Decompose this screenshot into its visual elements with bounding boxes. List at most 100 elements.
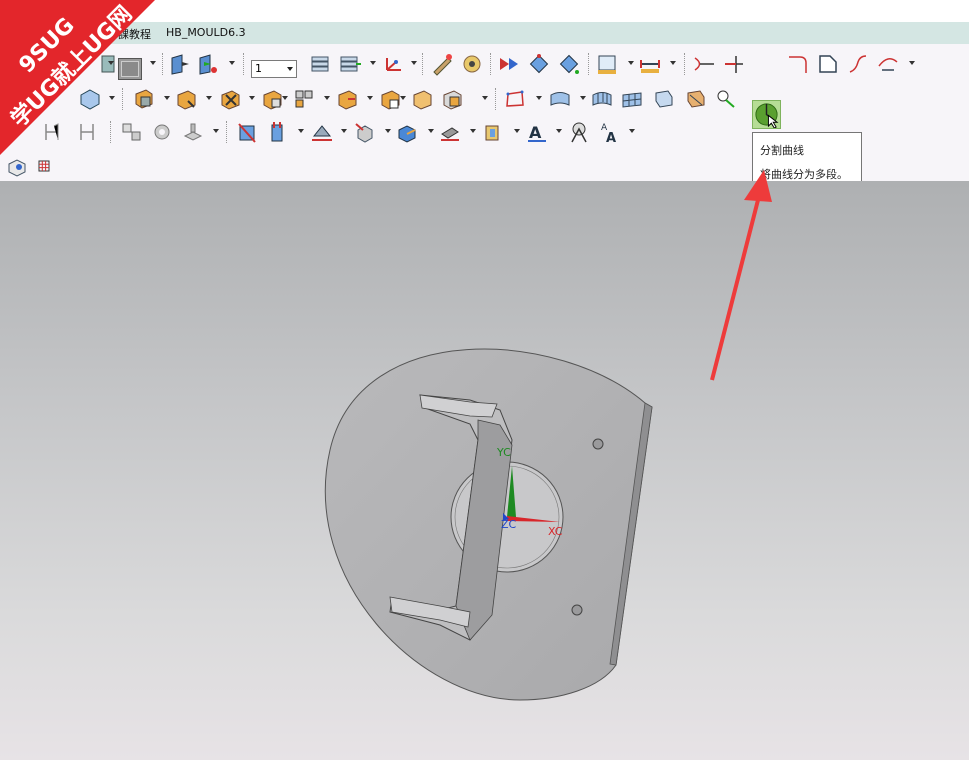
work-layer-select[interactable]: 1 <box>251 60 297 78</box>
mold-layout-icon[interactable] <box>310 120 334 144</box>
mold-base-icon[interactable] <box>395 120 419 144</box>
layer-settings-icon[interactable] <box>308 52 332 76</box>
label-chamfer-icon[interactable] <box>378 87 402 111</box>
measure-length-icon[interactable] <box>638 52 662 76</box>
toolbar-separator <box>226 121 227 143</box>
toolbar-row-1: 1 <box>0 49 969 129</box>
title-strip <box>0 0 969 22</box>
tool-stack-icon[interactable] <box>181 120 205 144</box>
mold-cooling-icon[interactable] <box>353 120 377 144</box>
graphics-viewport[interactable]: YC ZC XC <box>0 181 969 760</box>
stretch-curve-icon[interactable] <box>876 52 900 76</box>
toolbar-separator <box>490 53 491 75</box>
sketch-rectangle-icon[interactable] <box>503 87 527 111</box>
move-to-layer-icon[interactable] <box>338 52 362 76</box>
extrude-arrow-icon[interactable] <box>40 120 64 144</box>
axis-label-zc: ZC <box>501 518 517 531</box>
delete-face-icon[interactable] <box>218 87 242 111</box>
chevron-down-icon[interactable] <box>580 96 586 100</box>
boolean-unite-icon[interactable] <box>131 87 155 111</box>
toolbar-separator <box>110 121 111 143</box>
tooltip-title: 分割曲线 <box>760 144 804 157</box>
toolbar-area: 1 A A A 分割曲线 将曲线分为多段。 <box>0 44 969 187</box>
surface-icon-2[interactable] <box>590 87 614 111</box>
chevron-down-icon[interactable] <box>628 61 634 65</box>
mold-parting-icon[interactable] <box>235 120 259 144</box>
chevron-down-icon[interactable] <box>670 61 676 65</box>
chevron-down-icon[interactable] <box>249 96 255 100</box>
chevron-down-icon[interactable] <box>150 61 156 65</box>
chevron-down-icon[interactable] <box>482 96 488 100</box>
offset-face-icon[interactable] <box>174 87 198 111</box>
analysis-icon-2[interactable] <box>527 52 551 76</box>
chevron-down-icon[interactable] <box>298 129 304 133</box>
text-annotation-icon[interactable]: A <box>525 120 549 144</box>
toolbar-separator <box>122 88 123 110</box>
chevron-down-icon[interactable] <box>411 61 417 65</box>
resize-face-icon[interactable] <box>335 87 359 111</box>
chevron-down-icon[interactable] <box>206 96 212 100</box>
analysis-icon-3[interactable] <box>557 52 581 76</box>
trim-curve-icon[interactable] <box>692 52 716 76</box>
dimension-icon[interactable] <box>75 120 99 144</box>
toolbar-separator <box>684 53 685 75</box>
copy-face-icon[interactable] <box>260 87 284 111</box>
wcs-icon[interactable] <box>382 52 406 76</box>
text-scale-icon[interactable]: AA <box>598 120 622 144</box>
chevron-down-icon[interactable] <box>109 96 115 100</box>
mold-insert-icon[interactable] <box>265 120 289 144</box>
color-swatch-button[interactable] <box>118 58 142 80</box>
surface-mesh-icon[interactable] <box>620 87 644 111</box>
chevron-down-icon[interactable] <box>428 129 434 133</box>
chevron-down-icon[interactable] <box>367 96 373 100</box>
view-orient-icon[interactable] <box>5 154 29 178</box>
move-face-icon[interactable] <box>168 52 192 76</box>
analysis-icon-1[interactable] <box>497 52 521 76</box>
chevron-down-icon[interactable] <box>536 96 542 100</box>
patch-surface-icon[interactable] <box>684 87 708 111</box>
fillet-curve-icon[interactable] <box>786 52 810 76</box>
measure-distance-icon[interactable] <box>595 52 619 76</box>
extract-surface-icon[interactable] <box>652 87 676 111</box>
chevron-down-icon[interactable] <box>324 96 330 100</box>
chevron-down-icon[interactable] <box>341 129 347 133</box>
chevron-down-icon[interactable] <box>514 129 520 133</box>
mold-ejector-icon[interactable] <box>438 120 462 144</box>
curve-length-icon[interactable] <box>846 52 870 76</box>
chevron-down-icon[interactable] <box>385 129 391 133</box>
grid-icon[interactable] <box>32 154 56 178</box>
chevron-down-icon[interactable] <box>164 96 170 100</box>
chamfer-curve-icon[interactable] <box>816 52 840 76</box>
draft-face-icon[interactable] <box>410 87 434 111</box>
toolbar-separator <box>162 53 163 75</box>
replace-face-icon[interactable] <box>196 52 220 76</box>
show-hide-icon[interactable] <box>460 52 484 76</box>
axis-label-yc: YC <box>497 446 511 459</box>
chevron-down-icon[interactable] <box>629 129 635 133</box>
chevron-down-icon[interactable] <box>108 61 114 65</box>
chevron-down-icon[interactable] <box>282 96 288 100</box>
axis-label-xc: XC <box>548 525 563 538</box>
chevron-down-icon[interactable] <box>400 96 406 100</box>
chevron-down-icon[interactable] <box>909 61 915 65</box>
menu-item-hb-mould[interactable]: HB_MOULD6.3 <box>166 26 246 39</box>
chevron-down-icon[interactable] <box>370 61 376 65</box>
chevron-down-icon[interactable] <box>229 61 235 65</box>
toolbar-separator <box>588 53 589 75</box>
mold-slider-icon[interactable] <box>481 120 505 144</box>
assembly-icon[interactable] <box>120 120 144 144</box>
view-cube-icon[interactable] <box>78 87 102 111</box>
work-layer-value: 1 <box>255 62 262 75</box>
surface-icon-1[interactable] <box>548 87 572 111</box>
pattern-face-icon[interactable] <box>292 87 316 111</box>
menu-item-tutorial[interactable]: 課教程 <box>118 26 151 42</box>
chevron-down-icon[interactable] <box>470 129 476 133</box>
trim-corner-icon[interactable] <box>722 52 746 76</box>
edit-object-display-icon[interactable] <box>430 52 454 76</box>
chevron-down-icon[interactable] <box>556 129 562 133</box>
tool-gear-icon[interactable] <box>150 120 174 144</box>
measure-icon[interactable] <box>714 87 738 111</box>
view-label-icon[interactable] <box>568 120 592 144</box>
chevron-down-icon[interactable] <box>213 129 219 133</box>
synchronous-modeling-icon[interactable] <box>440 87 464 111</box>
